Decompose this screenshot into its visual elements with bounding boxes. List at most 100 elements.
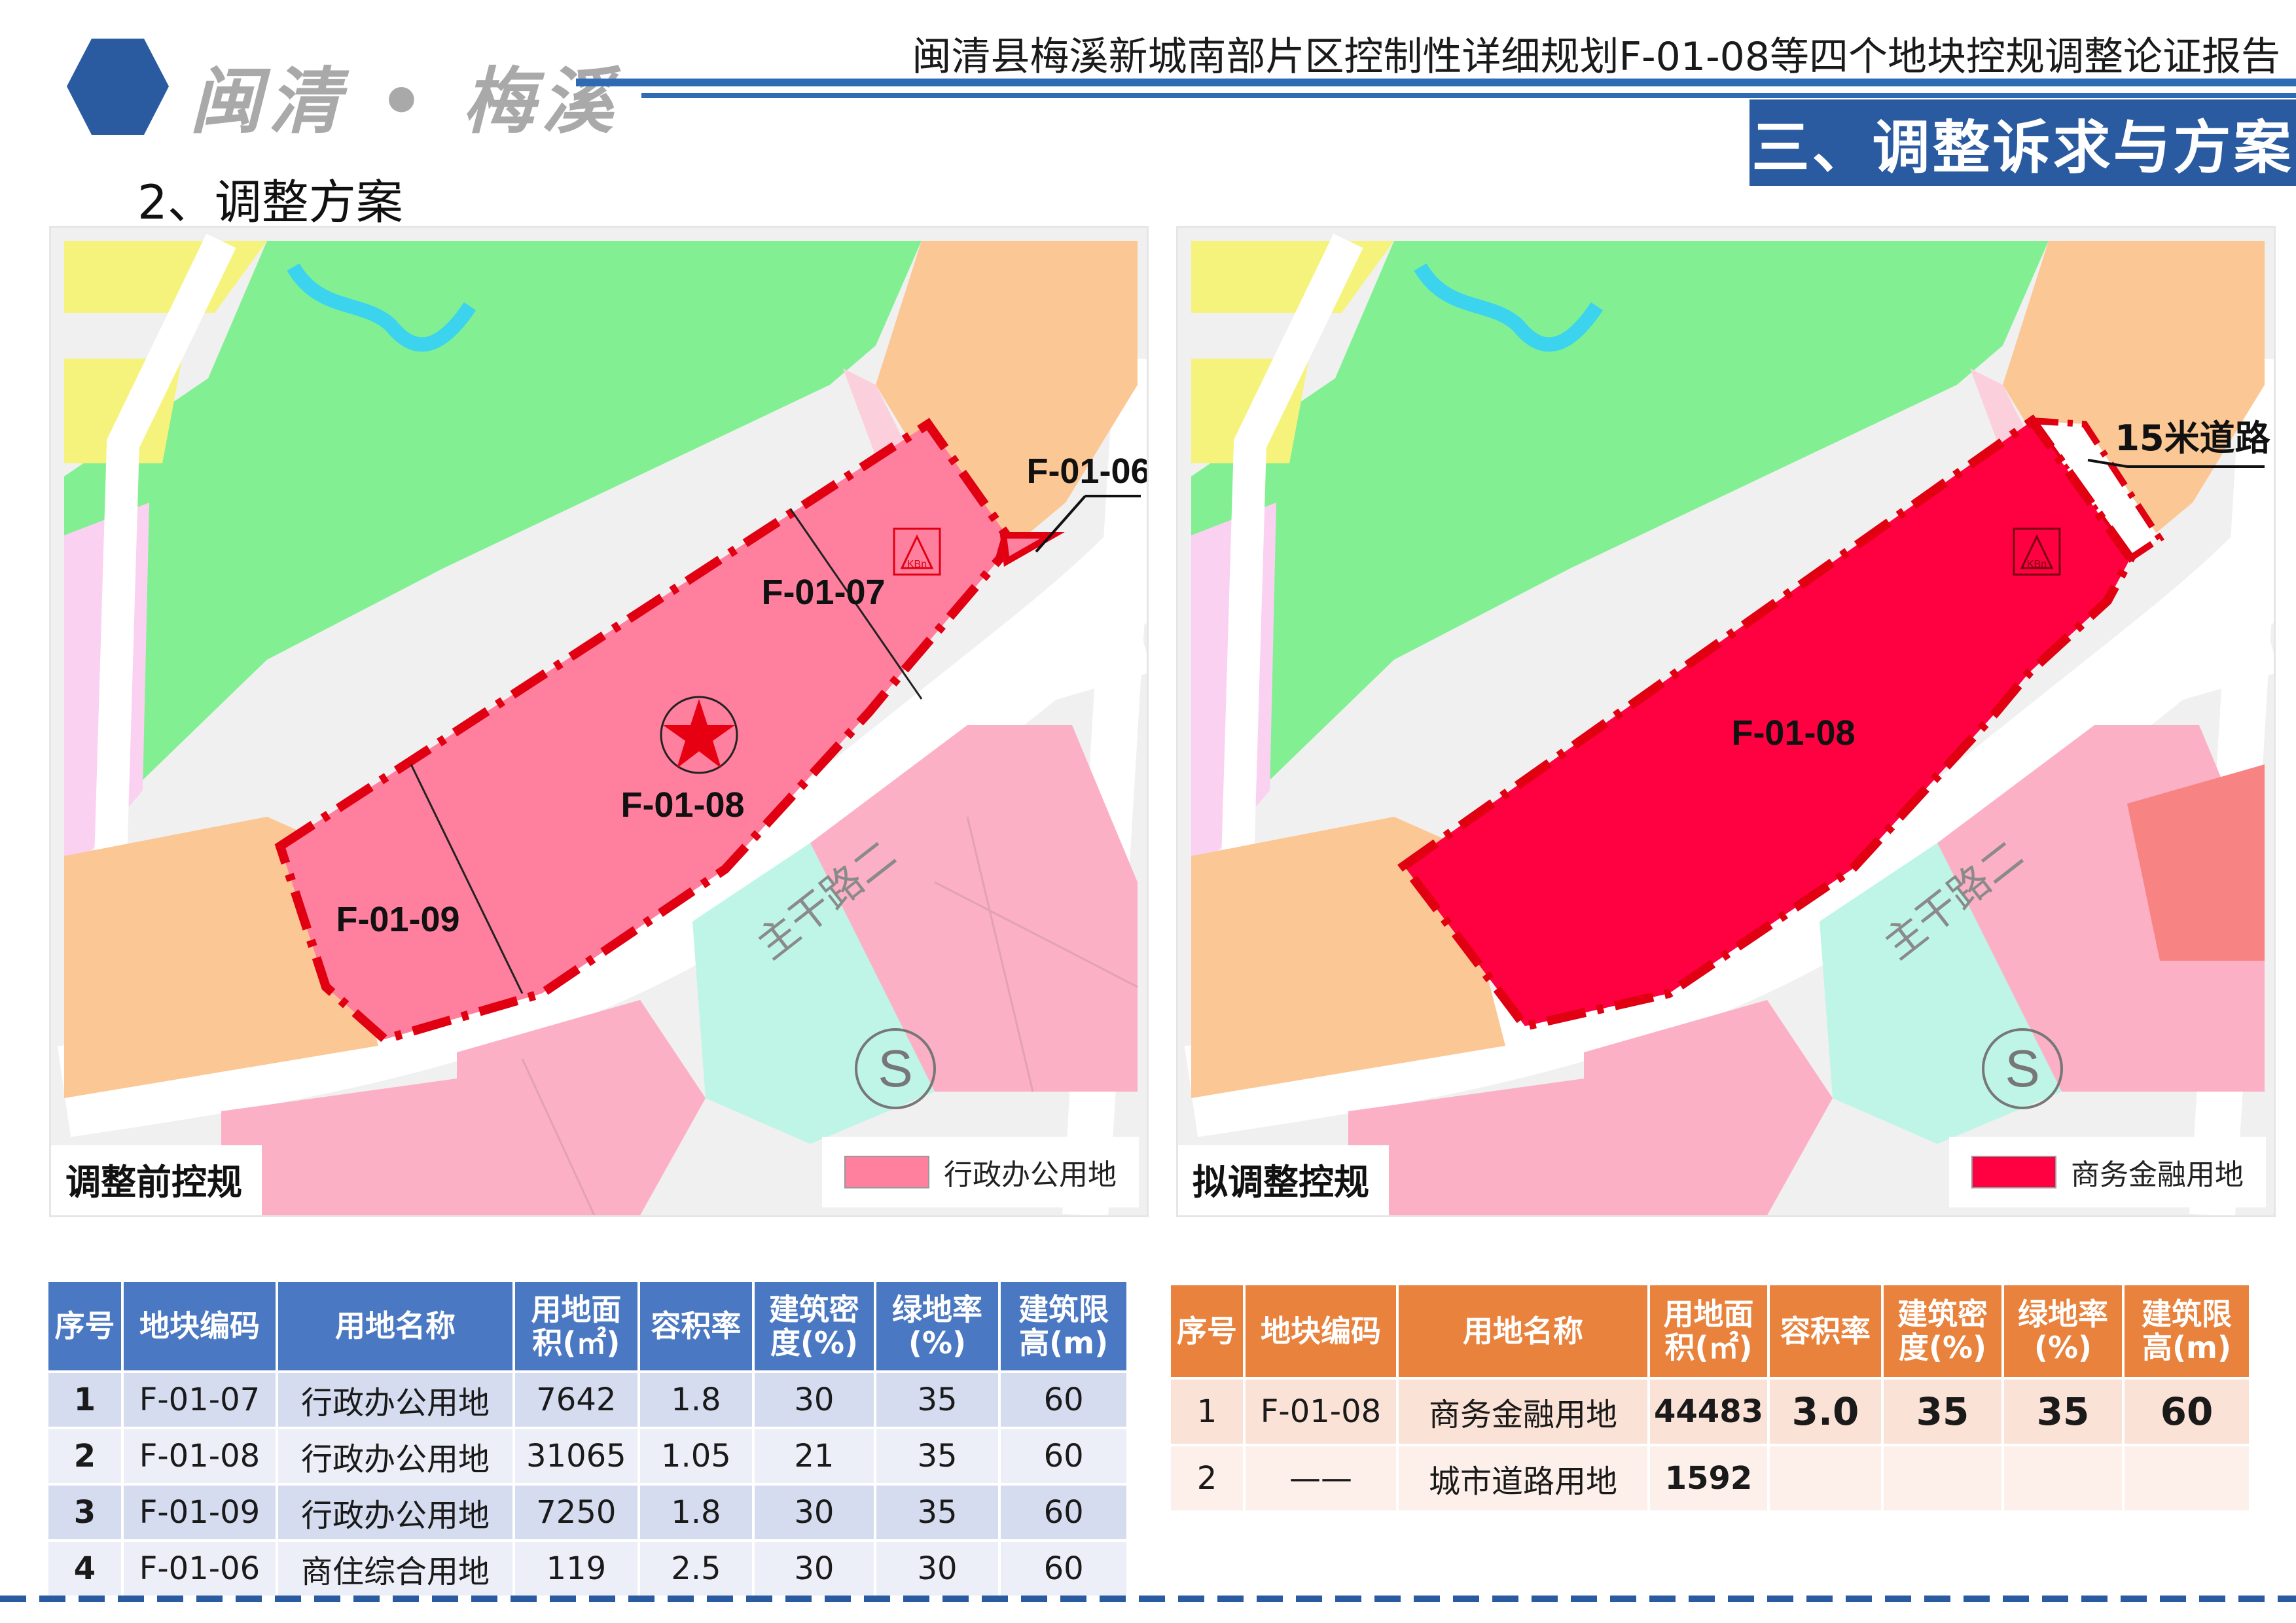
- col-header: 用地面积(㎡): [1650, 1285, 1767, 1377]
- cell: 1592: [1650, 1446, 1767, 1510]
- footer-dashed-rule: [0, 1596, 2296, 1602]
- cell: [2004, 1446, 2122, 1510]
- cell: 1.05: [639, 1429, 753, 1483]
- cell: 2: [1171, 1446, 1243, 1510]
- col-header: 绿地率(%): [876, 1282, 999, 1370]
- cell: 2: [48, 1429, 121, 1483]
- header-rule-thin: [641, 93, 2296, 98]
- col-header: 用地名称: [278, 1282, 513, 1370]
- parcel-label-f0108: F-01-08: [1731, 713, 1855, 753]
- col-header: 序号: [1171, 1285, 1243, 1377]
- svg-text:KBn: KBn: [2027, 559, 2047, 570]
- cell: 1.8: [639, 1486, 753, 1539]
- section-tag: 三、调整诉求与方案: [1749, 99, 2296, 186]
- col-header: 建筑限高(m): [2125, 1285, 2249, 1377]
- col-header: 容积率: [1770, 1285, 1881, 1377]
- table-before: 序号 地块编码 用地名称 用地面积(㎡) 容积率 建筑密度(%) 绿地率(%) …: [46, 1279, 1129, 1598]
- cell: 60: [1001, 1429, 1126, 1483]
- col-header: 地块编码: [123, 1282, 276, 1370]
- cell: 35: [876, 1429, 999, 1483]
- cell: 1.8: [639, 1373, 753, 1427]
- cell: 44483: [1650, 1380, 1767, 1444]
- col-header: 建筑限高(m): [1001, 1282, 1126, 1370]
- cell: 35: [2004, 1380, 2122, 1444]
- svg-text:S: S: [878, 1039, 912, 1097]
- logo-hexagon-icon: [67, 39, 169, 135]
- cell: 30: [755, 1542, 874, 1596]
- col-header: 用地名称: [1399, 1285, 1647, 1377]
- cell: 2.5: [639, 1542, 753, 1596]
- cell: F-01-07: [123, 1373, 276, 1427]
- table-row: 2 —— 城市道路用地 1592: [1171, 1446, 2249, 1510]
- callout-f0106: F-01-06: [1026, 452, 1147, 491]
- report-title: 闽清县梅溪新城南部片区控制性详细规划F-01-08等四个地块控规调整论证报告: [912, 34, 2280, 80]
- map-before-legend: 行政办公用地: [822, 1137, 1139, 1207]
- col-header: 地块编码: [1246, 1285, 1396, 1377]
- col-header: 用地面积(㎡): [515, 1282, 637, 1370]
- cell: 60: [1001, 1486, 1126, 1539]
- parcel-label-f0107: F-01-07: [761, 573, 885, 612]
- cell: 60: [1001, 1542, 1126, 1596]
- cell: 4: [48, 1542, 121, 1596]
- cell: 城市道路用地: [1399, 1446, 1647, 1510]
- cell: ——: [1246, 1446, 1396, 1510]
- cell: 3.0: [1770, 1380, 1881, 1444]
- cell: 1: [48, 1373, 121, 1427]
- table-after: 序号 地块编码 用地名称 用地面积(㎡) 容积率 建筑密度(%) 绿地率(%) …: [1168, 1283, 2251, 1513]
- map-before-canvas: KBn S 主干路二 F-01-07 F-01-08 F-01-09 F-01-…: [51, 228, 1147, 1215]
- col-header: 序号: [48, 1282, 121, 1370]
- map-before-panel: KBn S 主干路二 F-01-07 F-01-08 F-01-09 F-01-…: [49, 226, 1149, 1217]
- cell: 35: [876, 1486, 999, 1539]
- svg-text:S: S: [2005, 1039, 2039, 1097]
- cell: F-01-06: [123, 1542, 276, 1596]
- map-after-caption: 拟调整控规: [1178, 1145, 1389, 1215]
- cell: 行政办公用地: [278, 1373, 513, 1427]
- legend-swatch-finance: [1971, 1156, 2056, 1188]
- logo-text: 闽清 • 梅溪: [190, 59, 620, 143]
- legend-label-admin: 行政办公用地: [944, 1158, 1117, 1192]
- cell: 30: [755, 1486, 874, 1539]
- map-after-canvas: KBn S 主干路二 F-01-08 15米道路: [1178, 228, 2274, 1215]
- cell: 1: [1171, 1380, 1243, 1444]
- cell: [1884, 1446, 2001, 1510]
- table-row: 2 F-01-08 行政办公用地 31065 1.05 21 35 60: [48, 1429, 1126, 1483]
- subsection-title: 2、调整方案: [137, 175, 403, 230]
- svg-text:KBn: KBn: [907, 559, 927, 570]
- map-after-panel: KBn S 主干路二 F-01-08 15米道路 拟调整控规 商务金融用地: [1176, 226, 2276, 1217]
- map-before-caption: 调整前控规: [51, 1145, 262, 1215]
- cell: 30: [876, 1542, 999, 1596]
- table-after-header-row: 序号 地块编码 用地名称 用地面积(㎡) 容积率 建筑密度(%) 绿地率(%) …: [1171, 1285, 2249, 1377]
- table-row: 3 F-01-09 行政办公用地 7250 1.8 30 35 60: [48, 1486, 1126, 1539]
- cell: 商务金融用地: [1399, 1380, 1647, 1444]
- table-before-header-row: 序号 地块编码 用地名称 用地面积(㎡) 容积率 建筑密度(%) 绿地率(%) …: [48, 1282, 1126, 1370]
- legend-swatch-admin: [844, 1156, 929, 1188]
- cell: 行政办公用地: [278, 1486, 513, 1539]
- parcel-label-f0108: F-01-08: [620, 785, 744, 825]
- map-after-legend: 商务金融用地: [1949, 1137, 2266, 1207]
- col-header: 建筑密度(%): [755, 1282, 874, 1370]
- table-row: 4 F-01-06 商住综合用地 119 2.5 30 30 60: [48, 1542, 1126, 1596]
- col-header: 绿地率(%): [2004, 1285, 2122, 1377]
- cell: [2125, 1446, 2249, 1510]
- cell: 119: [515, 1542, 637, 1596]
- cell: 21: [755, 1429, 874, 1483]
- cell: 3: [48, 1486, 121, 1539]
- cell: 7250: [515, 1486, 637, 1539]
- cell: 60: [2125, 1380, 2249, 1444]
- callout-15m-road: 15米道路: [2115, 418, 2270, 459]
- cell: 30: [755, 1373, 874, 1427]
- cell: 35: [1884, 1380, 2001, 1444]
- cell: F-01-09: [123, 1486, 276, 1539]
- header-rule: [576, 79, 2296, 86]
- parcel-label-f0109: F-01-09: [336, 900, 459, 939]
- table-row: 1 F-01-07 行政办公用地 7642 1.8 30 35 60: [48, 1373, 1126, 1427]
- legend-label-finance: 商务金融用地: [2071, 1158, 2244, 1192]
- cell: 行政办公用地: [278, 1429, 513, 1483]
- cell: 商住综合用地: [278, 1542, 513, 1596]
- cell: 60: [1001, 1373, 1126, 1427]
- cell: F-01-08: [1246, 1380, 1396, 1444]
- cell: 31065: [515, 1429, 637, 1483]
- col-header: 容积率: [639, 1282, 753, 1370]
- col-header: 建筑密度(%): [1884, 1285, 2001, 1377]
- cell: 35: [876, 1373, 999, 1427]
